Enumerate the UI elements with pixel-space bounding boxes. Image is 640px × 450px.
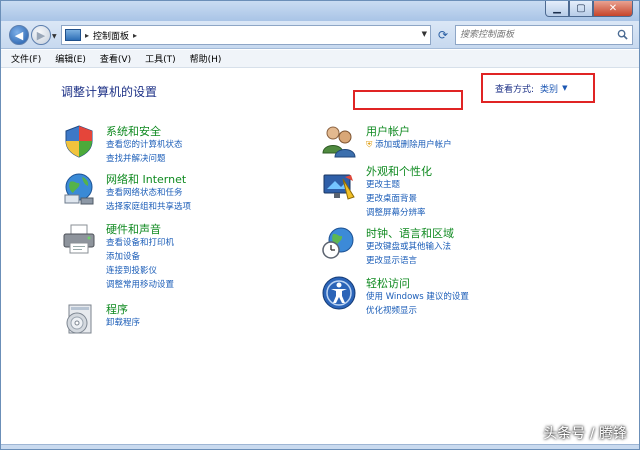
view-by-control: 查看方式: 类别 ▼ xyxy=(481,73,595,103)
maximize-button[interactable]: ▢ xyxy=(569,1,593,17)
link-uninstall-program[interactable]: 卸载程序 xyxy=(106,316,140,330)
category-system-security: 系统和安全 查看您的计算机状态 查找并解决问题 xyxy=(61,123,301,167)
control-panel-icon xyxy=(65,29,81,41)
category-clock-language-region: 时钟、语言和区域 更改键盘或其他输入法 更改显示语言 xyxy=(321,225,581,269)
arrow-right-icon: ▶ xyxy=(36,28,46,42)
highlight-box-appearance xyxy=(353,90,463,110)
control-panel-window: ▁ ▢ ✕ ◀ ▶ ▼ ▸ 控制面板 ▸ ▼ ⟳ 文件(F) 编辑(E) 查看(… xyxy=(0,0,640,450)
uac-shield-icon: ⛨ xyxy=(366,140,373,150)
link-mobility-settings[interactable]: 调整常用移动设置 xyxy=(106,278,174,292)
link-view-network-status[interactable]: 查看网络状态和任务 xyxy=(106,186,191,200)
link-add-remove-accounts-label: 添加或删除用户帐户 xyxy=(375,140,452,150)
menu-view[interactable]: 查看(V) xyxy=(100,52,131,65)
forward-button[interactable]: ▶ xyxy=(31,25,51,45)
minimize-button[interactable]: ▁ xyxy=(545,1,569,17)
breadcrumb-chevron-icon[interactable]: ▸ xyxy=(85,31,89,40)
menu-file[interactable]: 文件(F) xyxy=(11,52,41,65)
window-bottom-border xyxy=(1,444,639,449)
ease-of-access-icon[interactable] xyxy=(321,275,357,311)
search-icon[interactable] xyxy=(617,29,628,40)
address-dropdown-icon[interactable]: ▼ xyxy=(422,30,427,38)
close-icon: ✕ xyxy=(608,2,618,14)
link-view-computer-status[interactable]: 查看您的计算机状态 xyxy=(106,138,183,152)
arrow-left-icon: ◀ xyxy=(14,28,24,42)
view-by-label: 查看方式: xyxy=(495,84,535,95)
back-button[interactable]: ◀ xyxy=(9,25,29,45)
category-title-network-internet[interactable]: 网络和 Internet xyxy=(106,171,186,187)
link-find-fix-problems[interactable]: 查找并解决问题 xyxy=(106,152,183,166)
content-area: 调整计算机的设置 查看方式: 类别 ▼ 系统和安全 查看您的计算机状态 查找并解… xyxy=(1,69,639,445)
category-appearance: 外观和个性化 更改主题 更改桌面背景 调整屏幕分辨率 xyxy=(321,161,581,219)
search-box[interactable] xyxy=(455,25,633,45)
category-title-clock-language-region[interactable]: 时钟、语言和区域 xyxy=(366,225,454,241)
menu-bar: 文件(F) 编辑(E) 查看(V) 工具(T) 帮助(H) xyxy=(1,50,639,68)
link-connect-projector[interactable]: 连接到投影仪 xyxy=(106,264,174,278)
category-title-programs[interactable]: 程序 xyxy=(106,301,128,317)
category-user-accounts: 用户帐户 ⛨ 添加或删除用户帐户 xyxy=(321,123,581,159)
appearance-monitor-icon[interactable] xyxy=(321,169,357,205)
menu-edit[interactable]: 编辑(E) xyxy=(55,52,86,65)
clock-globe-icon[interactable] xyxy=(321,225,357,261)
globe-network-icon[interactable] xyxy=(61,171,97,207)
category-hardware-sound: 硬件和声音 查看设备和打印机 添加设备 连接到投影仪 调整常用移动设置 xyxy=(61,221,301,295)
search-input[interactable] xyxy=(456,26,606,44)
category-title-hardware-sound[interactable]: 硬件和声音 xyxy=(106,221,161,237)
navigation-bar: ◀ ▶ ▼ ▸ 控制面板 ▸ ▼ ⟳ xyxy=(1,21,639,49)
page-title: 调整计算机的设置 xyxy=(61,85,158,99)
address-bar[interactable]: ▸ 控制面板 ▸ ▼ xyxy=(61,25,431,45)
link-add-remove-accounts[interactable]: ⛨ 添加或删除用户帐户 xyxy=(366,138,452,152)
users-icon[interactable] xyxy=(321,123,357,159)
programs-disc-icon[interactable] xyxy=(61,301,97,337)
printer-icon[interactable] xyxy=(61,221,97,257)
watermark-text: 头条号 / 腾锋 xyxy=(543,426,627,442)
category-network-internet: 网络和 Internet 查看网络状态和任务 选择家庭组和共享选项 xyxy=(61,171,301,215)
title-bar[interactable]: ▁ ▢ ✕ xyxy=(1,1,639,21)
link-homegroup-sharing[interactable]: 选择家庭组和共享选项 xyxy=(106,200,191,214)
history-dropdown-icon[interactable]: ▼ xyxy=(52,33,57,40)
view-by-dropdown[interactable]: 类别 xyxy=(540,82,558,95)
link-change-display-language[interactable]: 更改显示语言 xyxy=(366,254,451,268)
chevron-down-icon[interactable]: ▼ xyxy=(562,84,567,92)
menu-help[interactable]: 帮助(H) xyxy=(190,52,222,65)
link-add-device[interactable]: 添加设备 xyxy=(106,250,174,264)
category-title-system-security[interactable]: 系统和安全 xyxy=(106,123,161,139)
breadcrumb-control-panel[interactable]: 控制面板 xyxy=(93,29,129,42)
maximize-icon: ▢ xyxy=(576,2,586,14)
link-change-theme[interactable]: 更改主题 xyxy=(366,178,426,192)
refresh-button[interactable]: ⟳ xyxy=(435,27,451,43)
link-view-devices-printers[interactable]: 查看设备和打印机 xyxy=(106,236,174,250)
breadcrumb-chevron-icon[interactable]: ▸ xyxy=(133,31,137,40)
close-button[interactable]: ✕ xyxy=(593,1,633,17)
link-change-desktop-background[interactable]: 更改桌面背景 xyxy=(366,192,426,206)
category-title-appearance[interactable]: 外观和个性化 xyxy=(366,163,432,179)
shield-icon[interactable] xyxy=(61,123,97,159)
category-title-ease-of-access[interactable]: 轻松访问 xyxy=(366,275,410,291)
category-programs: 程序 卸载程序 xyxy=(61,301,301,345)
link-windows-recommended-settings[interactable]: 使用 Windows 建议的设置 xyxy=(366,290,469,304)
refresh-icon: ⟳ xyxy=(437,28,449,42)
link-optimize-video-display[interactable]: 优化视频显示 xyxy=(366,304,469,318)
category-title-user-accounts[interactable]: 用户帐户 xyxy=(366,123,410,139)
minimize-icon: ▁ xyxy=(553,2,561,14)
link-adjust-resolution[interactable]: 调整屏幕分辨率 xyxy=(366,206,426,220)
link-change-keyboard[interactable]: 更改键盘或其他输入法 xyxy=(366,240,451,254)
window-controls: ▁ ▢ ✕ xyxy=(545,1,633,19)
category-ease-of-access: 轻松访问 使用 Windows 建议的设置 优化视频显示 xyxy=(321,275,581,319)
menu-tools[interactable]: 工具(T) xyxy=(145,52,176,65)
